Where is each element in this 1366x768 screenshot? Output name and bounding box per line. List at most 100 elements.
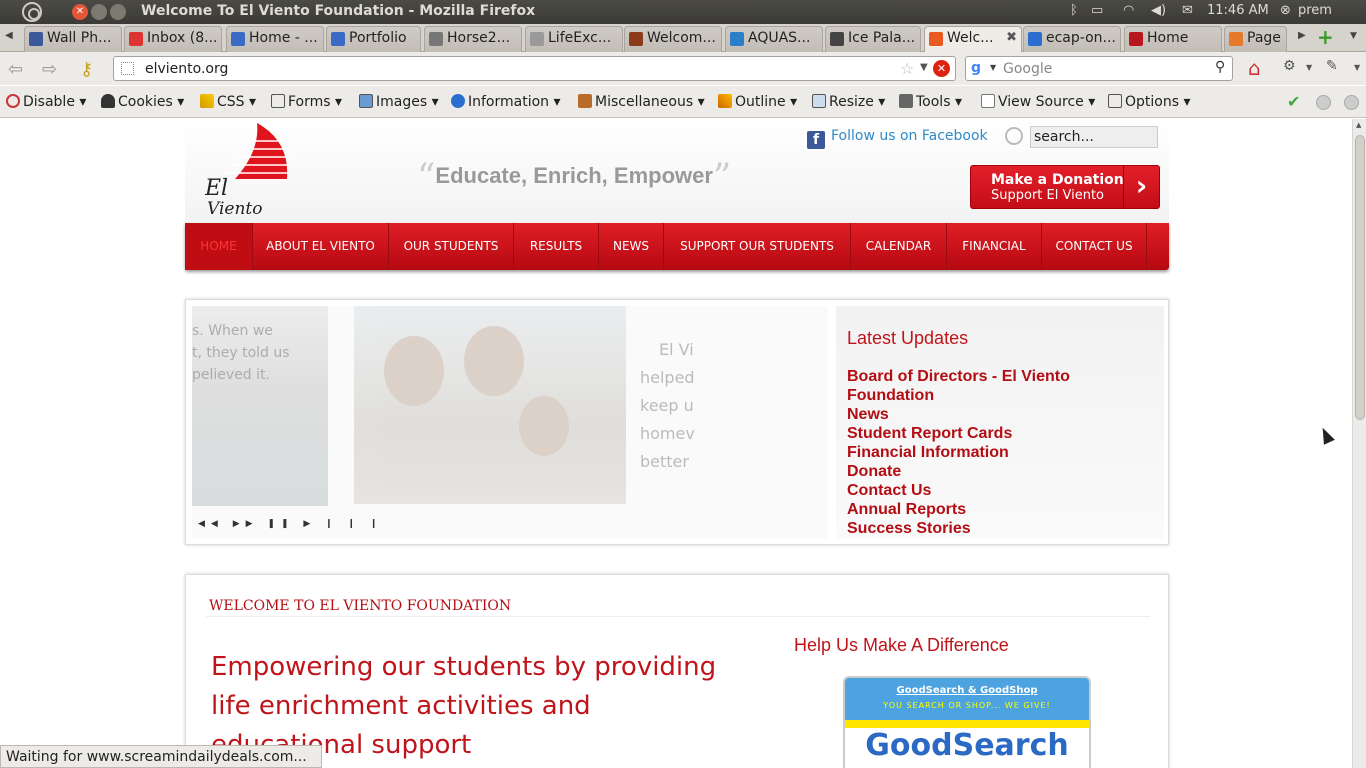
browser-tab[interactable]: Inbox (8... (124, 26, 222, 52)
scrollbar-thumb[interactable] (1355, 135, 1365, 420)
addon-dropdown-icon[interactable]: ▼ (1306, 63, 1312, 72)
slide-photo-students (354, 306, 626, 504)
update-link[interactable]: Donate (847, 462, 1147, 481)
volume-icon[interactable]: ◀) (1151, 3, 1166, 18)
wd-cookies[interactable]: Cookies ▾ (101, 94, 184, 110)
wd-miscellaneous[interactable]: Miscellaneous ▾ (578, 94, 705, 110)
maximize-window-button[interactable] (110, 4, 126, 20)
browser-tab[interactable]: Horse2... (424, 26, 522, 52)
goodsearch-banner[interactable]: GoodSearch & GoodShop YOU SEARCH OR SHOP.… (843, 676, 1091, 768)
google-engine-icon[interactable]: g (971, 60, 981, 76)
update-link[interactable]: Annual Reports (847, 500, 1147, 519)
clock[interactable]: 11:46 AM (1207, 3, 1269, 18)
user-icon[interactable]: ⊗ (1280, 3, 1291, 18)
menu-our-students[interactable]: OUR STUDENTS (389, 223, 514, 270)
help-title: Help Us Make A Difference (794, 635, 1009, 655)
wd-tools[interactable]: Tools ▾ (899, 94, 962, 110)
menu-financial[interactable]: FINANCIAL (947, 223, 1042, 270)
browser-tab[interactable]: LifeExc... (525, 26, 623, 52)
home-icon[interactable]: ⌂ (1248, 56, 1261, 80)
tab-scroll-right-icon[interactable]: ▶ (1298, 30, 1306, 41)
slider-controls[interactable]: ◀◀ ▶▶ ❚❚ ▶ ❙ ❙ ❙ (198, 519, 383, 529)
back-arrow-icon[interactable]: ⇦ (8, 59, 23, 80)
donate-button[interactable]: Make a Donation Support El Viento › (970, 165, 1160, 209)
browser-tab[interactable]: Welcom... (624, 26, 722, 52)
web-developer-toolbar: Disable ▾ Cookies ▾ CSS ▾ Forms ▾ Images… (0, 86, 1366, 118)
goodsearch-logo: GoodSearch (865, 728, 1069, 763)
update-link[interactable]: News (847, 405, 1147, 424)
ubuntu-logo-icon[interactable] (22, 2, 42, 22)
css-status-icon[interactable] (1316, 95, 1331, 110)
browser-tab[interactable]: ecap-on... (1023, 26, 1121, 52)
menu-contact[interactable]: CONTACT US (1042, 223, 1147, 270)
bluetooth-icon[interactable]: ᛒ (1070, 3, 1078, 18)
user-name[interactable]: prem (1298, 3, 1332, 18)
engine-dropdown-icon[interactable]: ▼ (990, 63, 996, 72)
minimize-window-button[interactable] (91, 4, 107, 20)
menu-home[interactable]: HOME (185, 223, 253, 270)
css-icon (200, 94, 214, 108)
list-tabs-icon[interactable]: ▼ (1350, 31, 1357, 41)
menu-support[interactable]: SUPPORT OUR STUDENTS (664, 223, 851, 270)
forward-arrow-icon[interactable]: ⇨ (42, 59, 57, 80)
wd-forms[interactable]: Forms ▾ (271, 94, 342, 110)
update-link[interactable]: Financial Information (847, 443, 1147, 462)
facebook-link[interactable]: f Follow us on Facebook (807, 128, 988, 149)
browser-tab[interactable]: Home - ... (226, 26, 324, 52)
slide-text-left: s. When we t, they told us pelieved it. (192, 323, 290, 383)
wd-information[interactable]: Information ▾ (451, 94, 561, 110)
addon-icon[interactable]: ⚙ (1283, 58, 1296, 74)
key-icon[interactable]: ⚷ (80, 59, 93, 80)
page-scrollbar[interactable]: ▲ (1352, 119, 1366, 768)
js-status-icon[interactable] (1344, 95, 1359, 110)
browser-tab[interactable]: Portfolio (326, 26, 421, 52)
eyedropper-icon[interactable]: ✎ (1326, 58, 1338, 74)
cookies-icon (101, 94, 115, 108)
battery-icon[interactable]: ▭ (1091, 3, 1103, 18)
el-viento-logo[interactable]: El Viento (204, 121, 293, 219)
wifi-icon[interactable]: ◠ (1123, 3, 1134, 18)
new-tab-button[interactable]: + (1317, 25, 1334, 49)
wd-view-source[interactable]: View Source ▾ (981, 94, 1095, 110)
wd-disable[interactable]: Disable ▾ (6, 94, 86, 110)
close-window-button[interactable]: ✕ (72, 4, 88, 20)
wd-css[interactable]: CSS ▾ (200, 94, 256, 110)
tab-scroll-left-icon[interactable]: ◀ (5, 30, 13, 41)
update-link[interactable]: Success Stories (847, 519, 1147, 538)
browser-tab[interactable]: Welc... ✖ (924, 26, 1022, 53)
wd-options[interactable]: Options ▾ (1108, 94, 1191, 110)
tab-favicon-icon (1129, 32, 1143, 46)
mail-icon[interactable]: ✉ (1182, 3, 1193, 18)
wd-images[interactable]: Images ▾ (359, 94, 439, 110)
menu-calendar[interactable]: CALENDAR (851, 223, 947, 270)
tab-favicon-icon (231, 32, 245, 46)
menu-news[interactable]: NEWS (599, 223, 664, 270)
images-icon (359, 94, 373, 108)
browser-tab[interactable]: Ice Pala... (825, 26, 921, 52)
slide[interactable]: s. When we t, they told us pelieved it. … (192, 306, 828, 538)
wd-resize[interactable]: Resize ▾ (812, 94, 885, 110)
wd-outline[interactable]: Outline ▾ (718, 94, 797, 110)
validation-check-icon[interactable]: ✔ (1287, 92, 1300, 111)
browser-tab[interactable]: Wall Ph... (24, 26, 122, 52)
browser-tab[interactable]: AQUAS... (725, 26, 823, 52)
url-text[interactable]: elviento.org (145, 61, 228, 77)
menu-results[interactable]: RESULTS (514, 223, 599, 270)
search-bar[interactable]: g ▼ Google ⚲ (965, 56, 1233, 81)
site-search-input[interactable]: search... (1030, 126, 1158, 148)
stop-icon[interactable]: ✕ (933, 60, 950, 77)
search-icon[interactable]: ⚲ (1215, 59, 1225, 75)
update-link[interactable]: Board of Directors - El Viento Foundatio… (847, 367, 1147, 405)
update-link[interactable]: Student Report Cards (847, 424, 1147, 443)
menu-about[interactable]: ABOUT EL VIENTO (253, 223, 389, 270)
url-bar[interactable]: elviento.org ☆ ▼ ✕ (113, 56, 956, 81)
update-link[interactable]: Contact Us (847, 481, 1147, 500)
url-dropdown-icon[interactable]: ▼ (920, 62, 928, 73)
site-identity-icon[interactable] (121, 62, 134, 75)
browser-tab[interactable]: Page r (1224, 26, 1287, 52)
bookmark-star-icon[interactable]: ☆ (900, 59, 914, 78)
menu-dropdown-icon[interactable]: ▼ (1354, 63, 1360, 72)
scroll-up-icon[interactable]: ▲ (1356, 121, 1361, 129)
browser-tab[interactable]: Home (1124, 26, 1222, 52)
close-tab-icon[interactable]: ✖ (1006, 30, 1017, 45)
